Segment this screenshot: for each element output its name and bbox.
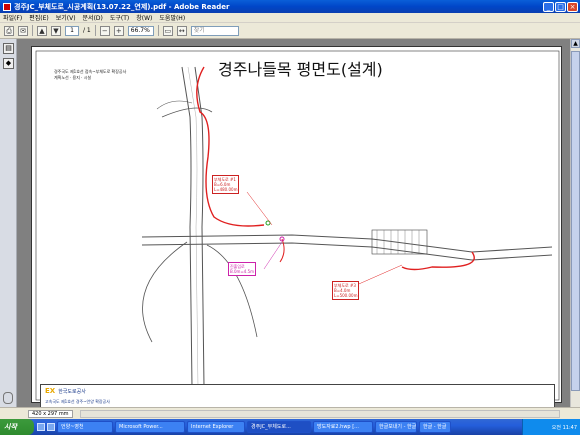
menu-document[interactable]: 문서(D) <box>83 13 103 22</box>
project-name: 고속국도 제1호선 경주~언양 확장공사 <box>45 399 110 404</box>
road-label-3: 부체도로 #3 B=4.0m L=500.00m <box>332 281 360 300</box>
taskbar-item[interactable]: Microsoft Power... <box>115 421 185 433</box>
ex-logo: EX 한국도로공사 <box>45 387 86 395</box>
taskbar-item[interactable]: Internet Explorer <box>187 421 245 433</box>
taskbar-item[interactable]: 한글 - 한글 <box>419 421 451 433</box>
menu-window[interactable]: 창(W) <box>136 13 152 22</box>
pdf-page: 경주나들목 평면도(설계) 경주국도 제1호선 접속~부체도로 확장공사 계획노… <box>31 46 562 408</box>
access-road-red <box>196 66 265 227</box>
document-area[interactable]: 경주나들목 평면도(설계) 경주국도 제1호선 접속~부체도로 확장공사 계획노… <box>17 39 570 408</box>
window-title-bar: 경주JC_부체도로_시공계획(13.07.22_연제).pdf - Adobe … <box>0 0 580 13</box>
fit-page-icon[interactable]: ▭ <box>162 25 173 36</box>
scroll-up-icon[interactable]: ▲ <box>571 39 580 48</box>
navigation-panel: ▤ ◆ <box>0 39 17 412</box>
page-up-icon[interactable]: ▲ <box>37 25 47 36</box>
windows-taskbar: 시작 언양~영천 Microsoft Power... Internet Exp… <box>0 419 580 435</box>
vertical-scrollbar[interactable]: ▲ <box>570 39 580 407</box>
zoom-in-icon[interactable]: + <box>113 25 124 36</box>
page-total: / 1 <box>83 27 91 34</box>
road-label-1: 부체도로 #1 B=6.0m L=480.00m <box>212 175 240 194</box>
drawing-title-block: EX 한국도로공사 고속국도 제1호선 경주~언양 확장공사 <box>40 384 555 408</box>
bookmarks-icon[interactable]: ◆ <box>3 58 14 69</box>
interchange-plan-drawing <box>35 50 560 404</box>
taskbar-item-active[interactable]: 경주JC_부체도로... <box>247 421 311 433</box>
access-road-red <box>279 238 285 263</box>
zoom-level-input[interactable]: 66.7% <box>127 25 154 36</box>
quick-launch-icon[interactable] <box>47 423 55 431</box>
taskbar-item[interactable]: 언양~영천 <box>57 421 113 433</box>
attachment-icon[interactable] <box>3 392 13 404</box>
system-tray: 오전 11:47 <box>522 419 580 435</box>
menu-tools[interactable]: 도구(T) <box>110 13 129 22</box>
scroll-thumb[interactable] <box>571 51 580 391</box>
logo-text: EX <box>45 387 56 395</box>
adobe-reader-icon <box>3 2 11 11</box>
road-label-line: L=480.00m <box>214 187 238 192</box>
maximize-button[interactable]: □ <box>555 1 566 12</box>
toolbar: ⎙ ✉ ▲ ▼ 1 / 1 − + 66.7% ▭ ↔ 찾기 <box>0 23 580 39</box>
status-bar: 420 x 297 mm <box>0 407 580 419</box>
menu-help[interactable]: 도움말(H) <box>159 13 185 22</box>
toolbar-separator <box>32 25 33 36</box>
find-input[interactable]: 찾기 <box>190 25 239 36</box>
start-button[interactable]: 시작 <box>0 419 34 435</box>
menu-view[interactable]: 보기(V) <box>56 13 76 22</box>
page-size-label: 420 x 297 mm <box>28 410 73 418</box>
toolbar-separator <box>157 25 159 36</box>
menu-edit[interactable]: 편집(E) <box>29 13 49 22</box>
road-label-2: 진출입로 B.0m=4.5m <box>228 262 257 276</box>
horizontal-scrollbar[interactable] <box>80 410 560 418</box>
pages-icon[interactable]: ▤ <box>3 43 14 54</box>
taskbar-item[interactable]: 방도자료2.hwp [... <box>313 421 373 433</box>
window-title: 경주JC_부체도로_시공계획(13.07.22_연제).pdf - Adobe … <box>14 2 230 11</box>
road-label-line: L=500.00m <box>334 293 358 298</box>
share-icon[interactable]: ✉ <box>18 25 28 36</box>
corp-name: 한국도로공사 <box>58 389 86 395</box>
drawing-title: 경주나들목 평면도(설계) <box>218 60 383 79</box>
clock: 오전 11:47 <box>551 424 577 431</box>
page-number-input[interactable]: 1 <box>65 25 79 36</box>
menu-bar: 파일(F) 편집(E) 보기(V) 문서(D) 도구(T) 창(W) 도움말(H… <box>0 13 580 23</box>
menu-file[interactable]: 파일(F) <box>3 13 22 22</box>
zoom-out-icon[interactable]: − <box>99 25 110 36</box>
close-button[interactable]: × <box>567 1 578 12</box>
access-road-red <box>401 251 475 271</box>
fit-width-icon[interactable]: ↔ <box>176 25 187 36</box>
quick-launch <box>37 423 55 431</box>
print-icon[interactable]: ⎙ <box>4 25 14 36</box>
minimize-button[interactable]: _ <box>543 1 554 12</box>
toolbar-separator <box>94 25 96 36</box>
quick-launch-icon[interactable] <box>37 423 45 431</box>
drawing-note: 경주국도 제1호선 접속~부체도로 확장공사 계획노선 · 용지 · 시설 <box>54 69 126 81</box>
taskbar-item[interactable]: 한글보내기 - 한글 <box>375 421 417 433</box>
drawing-note-line2: 계획노선 · 용지 · 시설 <box>54 75 92 80</box>
road-label-line: B.0m=4.5m <box>230 269 255 274</box>
page-down-icon[interactable]: ▼ <box>51 25 61 36</box>
